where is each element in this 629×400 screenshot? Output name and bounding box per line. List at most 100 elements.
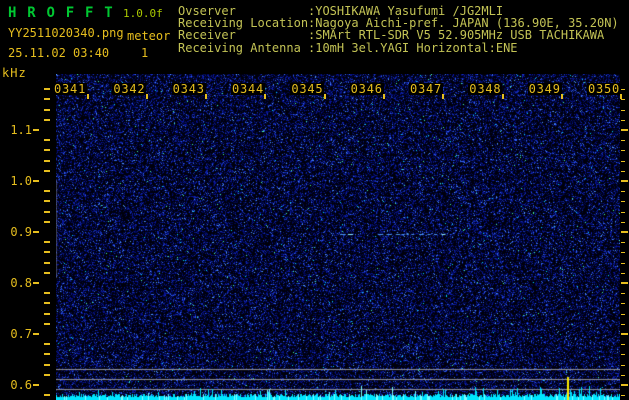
freq-minor-tick-right [621,242,625,244]
freq-major-tick [33,333,39,335]
freq-minor-tick [44,200,50,203]
receiver-label: Receiver [178,28,236,43]
antenna-label: Receiving Antenna [178,40,301,55]
app-title: H R O F F T [8,5,114,21]
time-tick-label: 0342 [112,82,147,96]
time-tick [501,94,504,99]
time-tick [264,94,267,99]
freq-minor-tick-right [621,262,625,264]
freq-tick-label: 1.0 [10,173,32,188]
freq-minor-tick [44,271,50,274]
freq-minor-tick-right [621,313,625,315]
app-version: 1.0.0f [123,7,163,20]
time-tick-label: 0343 [171,82,206,96]
time-tick-label: 0346 [349,82,384,96]
freq-major-tick [33,180,39,182]
freq-minor-tick [44,251,50,254]
freq-minor-tick-right [621,344,625,346]
start-datetime: 25.11.02 03:40 [8,46,110,60]
freq-minor-tick [44,139,50,142]
freq-minor-tick [44,169,50,172]
antenna-value: :10mH 3el.YAGI Horizontal:ENE [308,40,518,55]
hrofft-screen: H R O F F T 1.0.0f YY2511020340.png mete… [0,0,629,400]
freq-minor-tick-right [621,89,625,91]
freq-major-tick [33,384,39,386]
freq-minor-tick [44,190,50,193]
time-tick [205,94,208,99]
freq-minor-tick-right [621,272,625,274]
time-tick-label: 0345 [290,82,325,96]
freq-minor-tick-right [621,150,625,152]
freq-major-tick-right [621,180,628,182]
time-tick-label: 0348 [468,82,503,96]
freq-minor-tick-right [621,109,625,111]
freq-minor-tick [44,363,50,366]
freq-minor-tick-right [621,252,625,254]
freq-minor-tick-right [621,160,625,162]
freq-minor-tick-right [621,221,625,223]
station-info: Ovserver:YOSHIKAWA Yasufumi /JG2MLI Rece… [178,5,619,54]
freq-minor-tick-right [621,99,625,101]
freq-minor-tick [44,88,50,91]
freq-major-tick-right [621,282,628,284]
freq-minor-tick-right [621,354,625,356]
time-tick-label: 0347 [408,82,444,96]
freq-major-tick [33,129,39,131]
freq-minor-tick-right [621,140,625,142]
time-tick-label: 0344 [230,82,266,96]
time-tick [323,94,326,99]
freq-minor-tick [44,149,50,152]
freq-minor-tick-right [621,170,625,172]
freq-minor-tick [44,210,50,213]
freq-minor-tick-right [621,201,625,203]
echo-count: 1 [141,46,149,60]
freq-minor-tick [44,220,50,223]
freq-minor-tick-right [621,303,625,305]
time-tick [442,94,445,99]
info-row-receiver: Receiver :SMArt RTL-SDR V5 52.905MHz USB … [178,29,619,41]
spectrogram-canvas [56,74,620,400]
freq-minor-tick-right [621,364,625,366]
freq-minor-tick-right [621,374,625,376]
freq-tick-label: 0.7 [10,326,32,341]
freq-minor-tick-right [621,395,625,397]
output-filename: YY2511020340.png [8,26,124,40]
freq-major-tick [33,282,39,284]
freq-minor-tick [44,312,50,315]
freq-minor-tick-right [621,191,625,193]
freq-minor-tick [44,261,50,264]
freq-major-tick-right [621,231,628,233]
freq-axis-unit-label: kHz [2,66,27,80]
freq-minor-tick [44,343,50,346]
freq-minor-tick-right [621,293,625,295]
freq-tick-label: 1.1 [10,122,32,137]
freq-major-tick-right [621,333,628,335]
freq-major-tick-right [621,129,628,131]
freq-minor-tick [44,302,50,305]
time-tick [86,94,89,99]
freq-minor-tick [44,353,50,356]
mode-label: meteor [127,29,171,43]
freq-minor-tick [44,292,50,295]
freq-minor-tick [44,322,50,325]
freq-minor-tick [44,108,50,111]
time-tick [383,94,386,99]
time-tick [561,94,564,99]
freq-minor-tick-right [621,119,625,121]
time-tick [620,94,623,99]
freq-tick-label: 0.6 [10,377,32,392]
time-tick [145,94,148,99]
receiver-value: :SMArt RTL-SDR V5 52.905MHz USB TACHIKAW… [308,28,605,43]
time-tick-label: 0350 [586,82,622,96]
freq-minor-tick-right [621,323,625,325]
freq-minor-tick [44,159,50,162]
info-row-antenna: Receiving Antenna :10mH 3el.YAGI Horizont… [178,40,619,55]
time-tick-label: 0349 [527,82,562,96]
freq-major-tick [33,231,39,233]
freq-minor-tick-right [621,211,625,213]
freq-minor-tick [44,98,50,101]
freq-minor-tick [44,373,50,376]
freq-minor-tick [44,394,50,397]
freq-major-tick-right [621,384,628,386]
freq-tick-label: 0.9 [10,224,32,239]
